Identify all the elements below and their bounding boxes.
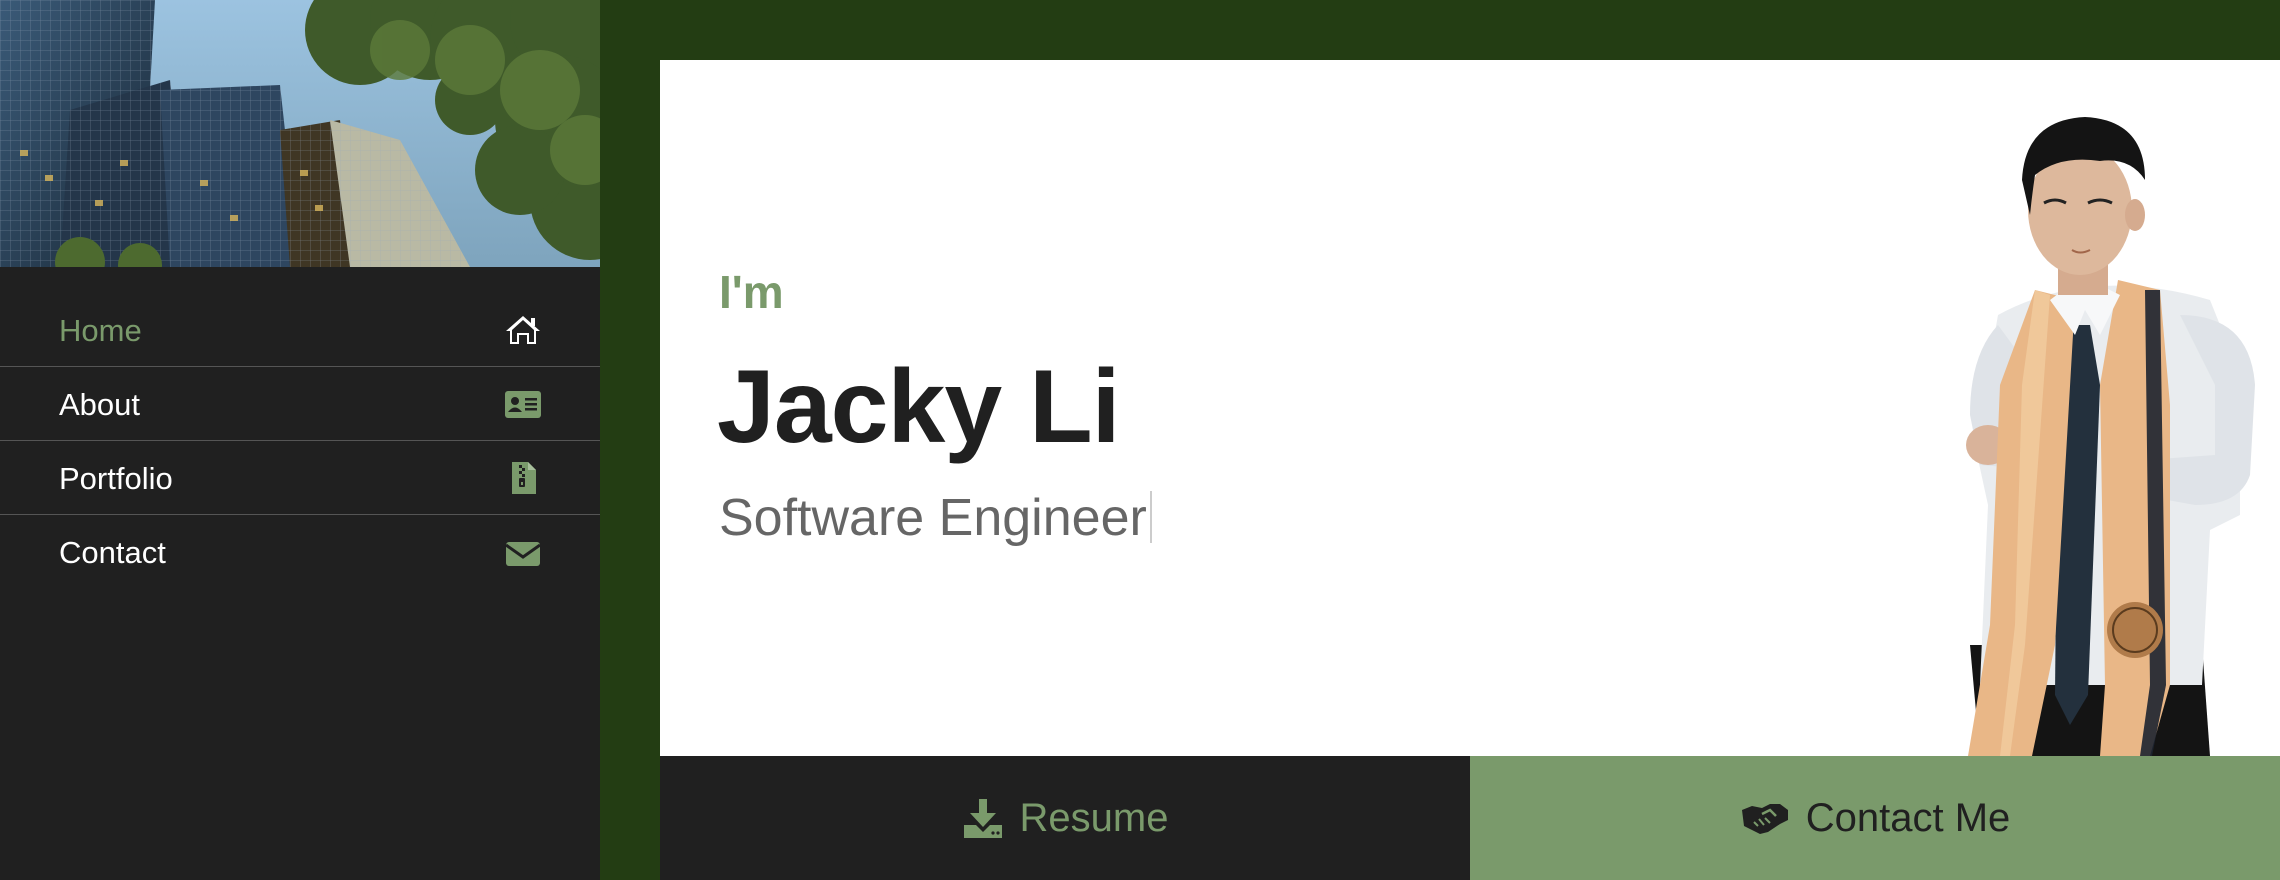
intro-name: Jacky Li xyxy=(717,349,1121,465)
envelope-icon xyxy=(504,535,542,569)
intro-prefix: I'm xyxy=(719,266,784,318)
contact-me-label: Contact Me xyxy=(1805,795,2011,840)
nav-item-portfolio[interactable]: Portfolio xyxy=(0,441,600,515)
action-bar: Resume Contact Me xyxy=(660,756,2280,880)
nav-item-contact[interactable]: Contact xyxy=(0,515,600,588)
resume-button[interactable]: Resume xyxy=(660,756,1470,880)
intro-card: I'm Jacky Li Software Engineer xyxy=(660,60,2280,756)
profile-photo xyxy=(1940,85,2280,756)
nav-item-label: Home xyxy=(59,313,142,348)
sidebar-nav: Home About Portfolio Contact xyxy=(0,293,600,588)
sidebar: Home About Portfolio Contact xyxy=(0,0,600,880)
nav-item-about[interactable]: About xyxy=(0,367,600,441)
sidebar-hero-image xyxy=(0,0,600,267)
intro-role: Software Engineer xyxy=(719,488,1152,548)
nav-item-label: Portfolio xyxy=(59,461,173,496)
id-card-icon xyxy=(504,387,542,421)
resume-label: Resume xyxy=(1019,795,1169,840)
nav-item-home[interactable]: Home xyxy=(0,293,600,367)
nav-item-label: Contact xyxy=(59,535,166,570)
download-icon xyxy=(962,797,1004,839)
file-archive-icon xyxy=(504,461,542,495)
intro-role-text: Software Engineer xyxy=(719,489,1147,547)
home-icon xyxy=(504,313,542,347)
typing-cursor xyxy=(1149,491,1152,543)
nav-item-label: About xyxy=(59,387,141,422)
contact-me-button[interactable]: Contact Me xyxy=(1470,756,2280,880)
handshake-icon xyxy=(1740,798,1790,838)
